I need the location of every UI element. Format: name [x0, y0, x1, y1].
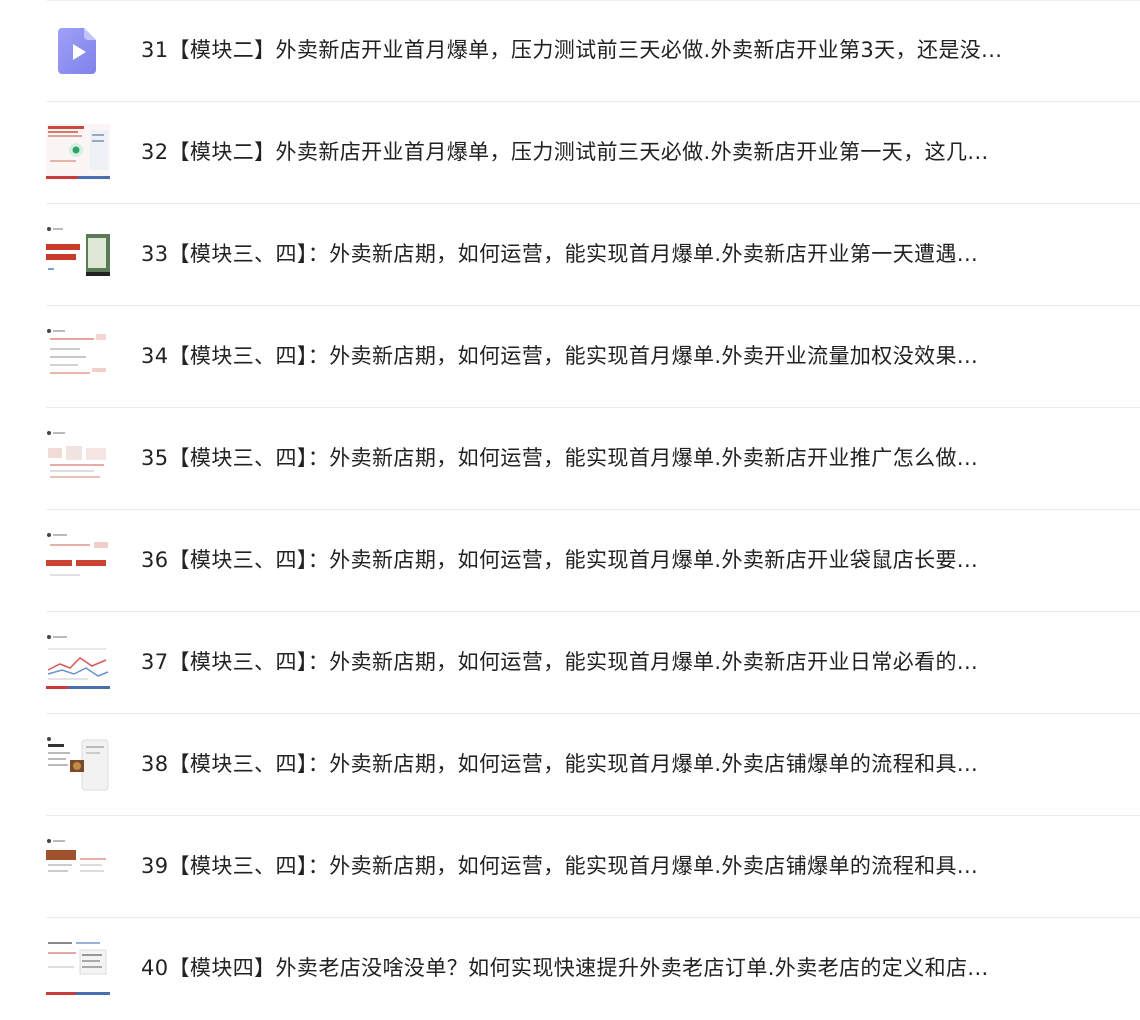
lesson-list: 31【模块二】外卖新店开业首月爆单，压力测试前三天必做.外卖新店开业第3天，还是…	[0, 0, 1140, 1020]
slide-thumbnail	[46, 222, 110, 286]
slide-thumbnail	[46, 834, 110, 898]
lesson-title: 36【模块三、四】：外卖新店期，如何运营，能实现首月爆单.外卖新店开业袋鼠店长要…	[141, 548, 979, 572]
video-play-icon	[46, 18, 110, 82]
lesson-title: 35【模块三、四】：外卖新店期，如何运营，能实现首月爆单.外卖新店开业推广怎么做…	[141, 446, 979, 470]
lesson-item-32[interactable]: 32【模块二】外卖新店开业首月爆单，压力测试前三天必做.外卖新店开业第一天，这几…	[0, 102, 1140, 204]
lesson-title: 31【模块二】外卖新店开业首月爆单，压力测试前三天必做.外卖新店开业第3天，还是…	[141, 38, 1003, 62]
lesson-title: 40【模块四】外卖老店没啥没单？如何实现快速提升外卖老店订单.外卖老店的定义和店…	[141, 956, 989, 980]
lesson-title: 37【模块三、四】：外卖新店期，如何运营，能实现首月爆单.外卖新店开业日常必看的…	[141, 650, 979, 674]
lesson-title: 34【模块三、四】：外卖新店期，如何运营，能实现首月爆单.外卖开业流量加权没效果…	[141, 344, 979, 368]
slide-thumbnail	[46, 120, 110, 184]
slide-thumbnail	[46, 630, 110, 694]
lesson-item-34[interactable]: 34【模块三、四】：外卖新店期，如何运营，能实现首月爆单.外卖开业流量加权没效果…	[0, 306, 1140, 408]
lesson-title: 38【模块三、四】：外卖新店期，如何运营，能实现首月爆单.外卖店铺爆单的流程和具…	[141, 752, 979, 776]
lesson-item-33[interactable]: 33【模块三、四】：外卖新店期，如何运营，能实现首月爆单.外卖新店开业第一天遭遇…	[0, 204, 1140, 306]
lesson-item-31[interactable]: 31【模块二】外卖新店开业首月爆单，压力测试前三天必做.外卖新店开业第3天，还是…	[0, 0, 1140, 102]
slide-thumbnail	[46, 324, 110, 388]
lesson-item-40[interactable]: 40【模块四】外卖老店没啥没单？如何实现快速提升外卖老店订单.外卖老店的定义和店…	[0, 918, 1140, 1020]
lesson-title: 33【模块三、四】：外卖新店期，如何运营，能实现首月爆单.外卖新店开业第一天遭遇…	[141, 242, 979, 266]
lesson-title: 39【模块三、四】：外卖新店期，如何运营，能实现首月爆单.外卖店铺爆单的流程和具…	[141, 854, 979, 878]
slide-thumbnail	[46, 732, 110, 796]
lesson-item-35[interactable]: 35【模块三、四】：外卖新店期，如何运营，能实现首月爆单.外卖新店开业推广怎么做…	[0, 408, 1140, 510]
lesson-item-39[interactable]: 39【模块三、四】：外卖新店期，如何运营，能实现首月爆单.外卖店铺爆单的流程和具…	[0, 816, 1140, 918]
lesson-item-37[interactable]: 37【模块三、四】：外卖新店期，如何运营，能实现首月爆单.外卖新店开业日常必看的…	[0, 612, 1140, 714]
slide-thumbnail	[46, 426, 110, 490]
slide-thumbnail	[46, 936, 110, 1000]
lesson-item-36[interactable]: 36【模块三、四】：外卖新店期，如何运营，能实现首月爆单.外卖新店开业袋鼠店长要…	[0, 510, 1140, 612]
lesson-title: 32【模块二】外卖新店开业首月爆单，压力测试前三天必做.外卖新店开业第一天，这几…	[141, 140, 989, 164]
slide-thumbnail	[46, 528, 110, 592]
lesson-item-38[interactable]: 38【模块三、四】：外卖新店期，如何运营，能实现首月爆单.外卖店铺爆单的流程和具…	[0, 714, 1140, 816]
